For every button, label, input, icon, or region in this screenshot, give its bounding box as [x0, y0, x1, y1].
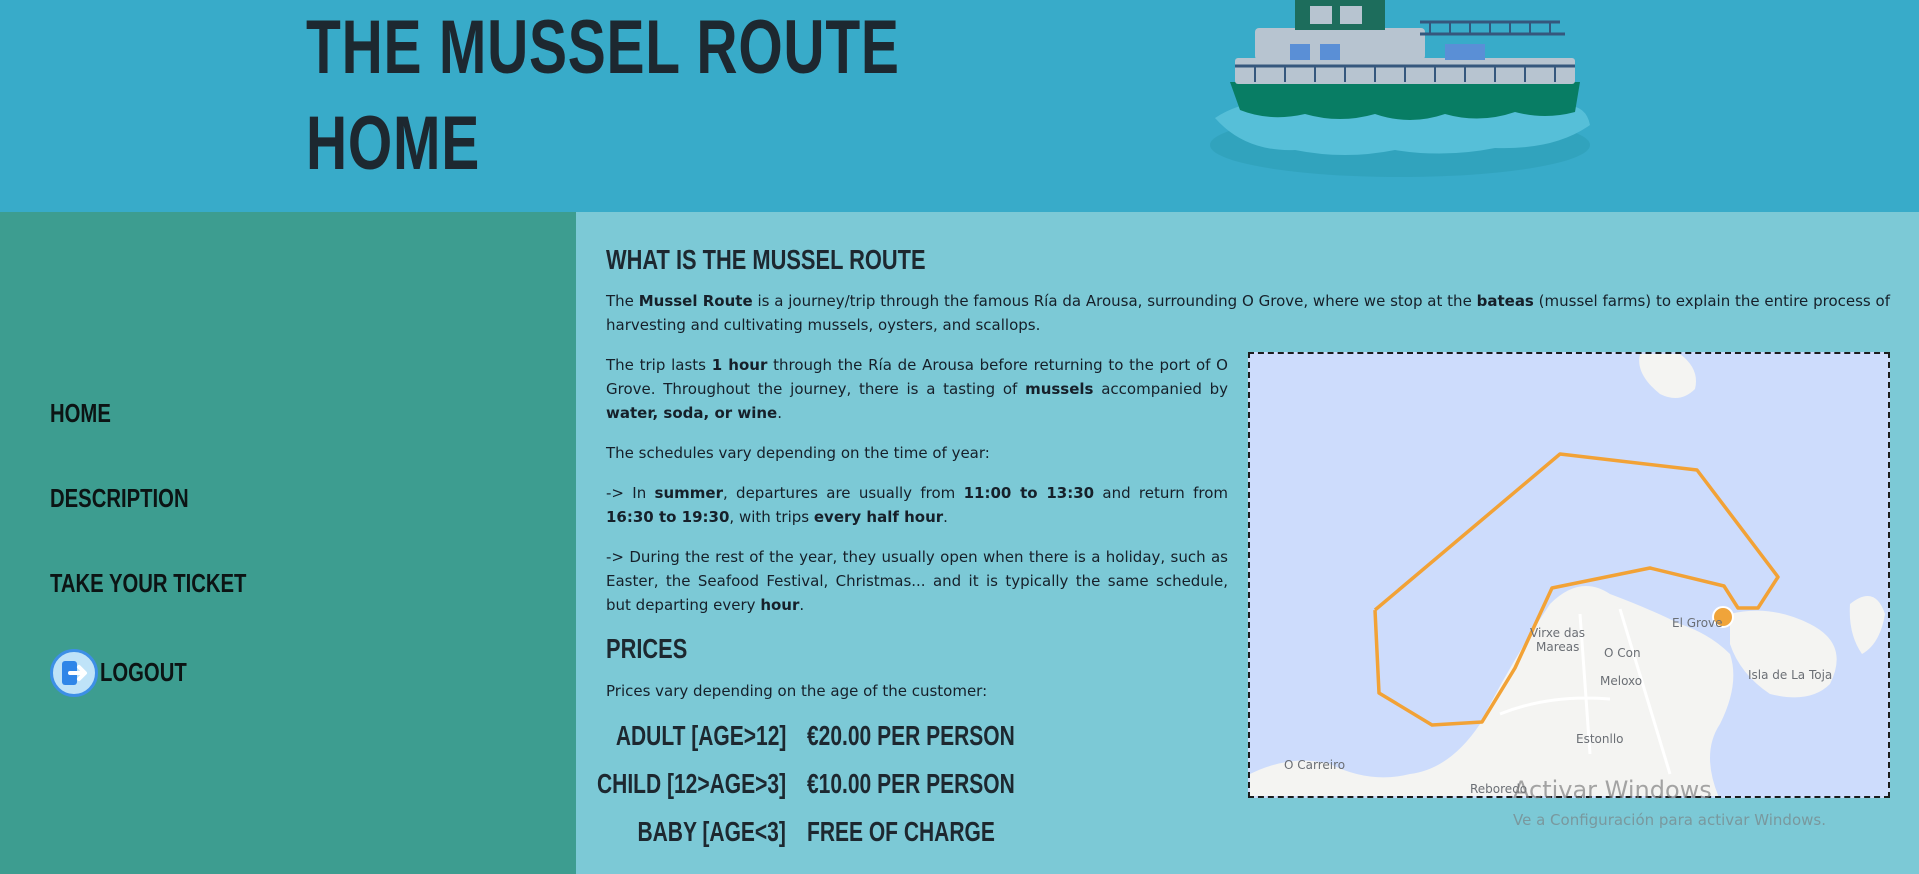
- nav-item-description[interactable]: DESCRIPTION: [50, 483, 189, 514]
- trip-bold-duration: 1 hour: [711, 356, 768, 374]
- map-label-o-carreiro: O Carreiro: [1284, 758, 1346, 772]
- trip-bold-mussels: mussels: [1025, 380, 1094, 398]
- windows-activation-watermark-subtitle: Ve a Configuración para activar Windows.: [1513, 811, 1826, 829]
- price-value-adult: €20.00 PER PERSON: [807, 720, 1015, 751]
- summer-text-4: , with trips: [729, 508, 814, 526]
- header-banner: THE MUSSEL ROUTE HOME: [0, 0, 1919, 212]
- rest-bold-hour: hour: [760, 596, 800, 614]
- map-land-la-toja: [1730, 610, 1837, 698]
- summer-bold-departures: 11:00 to 13:30: [963, 484, 1095, 502]
- summer-bold-season: summer: [654, 484, 723, 502]
- price-value-baby: FREE OF CHARGE: [807, 816, 995, 847]
- title-line-1: THE MUSSEL ROUTE: [306, 5, 900, 90]
- summer-bold-returns: 16:30 to 19:30: [606, 508, 730, 526]
- nav-item-logout[interactable]: LOGOUT: [100, 657, 187, 688]
- intro-paragraph: The Mussel Route is a journey/trip throu…: [606, 289, 1890, 337]
- summer-text-5: .: [943, 508, 948, 526]
- intro-bold-mussel-route: Mussel Route: [638, 292, 753, 310]
- logout-icon[interactable]: [50, 649, 98, 697]
- page-title: THE MUSSEL ROUTE HOME: [306, 0, 900, 192]
- map-label-o-con: O Con: [1604, 646, 1641, 660]
- map-label-virxe: Virxe das: [1530, 626, 1586, 640]
- title-line-2: HOME: [306, 101, 480, 186]
- intro-text-2: is a journey/trip through the famous Ría…: [752, 292, 1477, 310]
- trip-text-3: accompanied by: [1093, 380, 1228, 398]
- price-label-child: CHILD [12>AGE>3]: [596, 768, 786, 799]
- price-label-baby: BABY [AGE<3]: [637, 816, 786, 847]
- intro-bold-bateas: bateas: [1476, 292, 1534, 310]
- trip-bold-drinks: water, soda, or wine: [606, 404, 778, 422]
- map-land-north-island: [1639, 354, 1696, 398]
- summer-text-3: and return from: [1094, 484, 1228, 502]
- trip-paragraph: The trip lasts 1 hour through the Ría de…: [606, 353, 1228, 425]
- summer-text-2: , departures are usually from: [722, 484, 964, 502]
- intro-text-1: The: [606, 292, 639, 310]
- map-label-meloxo: Meloxo: [1600, 674, 1643, 688]
- rest-of-year-paragraph: -> During the rest of the year, they usu…: [606, 545, 1228, 617]
- route-map[interactable]: El Grove Virxe das Mareas O Con Meloxo I…: [1248, 352, 1890, 798]
- nav-item-take-your-ticket[interactable]: TAKE YOUR TICKET: [50, 568, 246, 599]
- nav-item-home[interactable]: HOME: [50, 398, 111, 429]
- trip-text-1: The trip lasts: [606, 356, 712, 374]
- map-land-east-islet: [1849, 596, 1885, 654]
- summer-text-1: -> In: [606, 484, 655, 502]
- prices-intro: Prices vary depending on the age of the …: [606, 682, 988, 700]
- windows-activation-watermark-title: Activar Windows: [1513, 776, 1712, 804]
- section-heading-prices: PRICES: [606, 633, 688, 664]
- map-label-mareas: Mareas: [1536, 640, 1580, 654]
- trip-text-4: .: [777, 404, 783, 422]
- summer-bold-frequency: every half hour: [813, 508, 944, 526]
- map-label-isla-de-la-toja: Isla de La Toja: [1748, 668, 1833, 682]
- map-label-estonllo: Estonllo: [1576, 732, 1624, 746]
- rest-text-2: .: [799, 596, 805, 614]
- map-label-el-grove: El Grove: [1672, 616, 1723, 630]
- price-label-adult: ADULT [AGE>12]: [615, 720, 786, 751]
- schedules-paragraph: The schedules vary depending on the time…: [606, 444, 990, 462]
- ferry-boat-illustration: [1210, 0, 1590, 177]
- map-canvas: [1250, 354, 1885, 796]
- price-value-child: €10.00 PER PERSON: [807, 768, 1015, 799]
- sidebar-nav: [0, 212, 576, 874]
- rest-text-1: -> During the rest of the year, they usu…: [606, 548, 1228, 614]
- section-heading-what-is: WHAT IS THE MUSSEL ROUTE: [606, 244, 926, 275]
- summer-schedule-paragraph: -> In summer, departures are usually fro…: [606, 481, 1228, 529]
